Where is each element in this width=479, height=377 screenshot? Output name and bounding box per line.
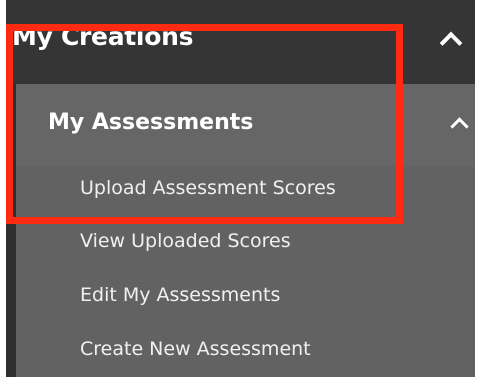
my-creations-title: My Creations — [12, 22, 194, 51]
chevron-up-icon[interactable] — [439, 31, 463, 55]
menu-item-upload-assessment-scores[interactable]: Upload Assessment Scores — [80, 177, 336, 199]
menu-item-create-new-assessment[interactable]: Create New Assessment — [80, 338, 311, 360]
navigation-panel: My Creations My Assessments Upload Asses… — [6, 0, 475, 377]
my-assessments-header[interactable]: My Assessments — [16, 84, 475, 166]
menu-item-view-uploaded-scores[interactable]: View Uploaded Scores — [80, 230, 291, 252]
my-creations-header[interactable]: My Creations — [6, 0, 475, 84]
my-assessments-section: My Assessments Upload Assessment Scores … — [16, 84, 475, 377]
menu-item-edit-my-assessments[interactable]: Edit My Assessments — [80, 284, 280, 306]
my-assessments-title: My Assessments — [48, 110, 254, 135]
screenshot-frame: My Creations My Assessments Upload Asses… — [0, 0, 479, 377]
chevron-up-icon[interactable] — [450, 117, 469, 136]
